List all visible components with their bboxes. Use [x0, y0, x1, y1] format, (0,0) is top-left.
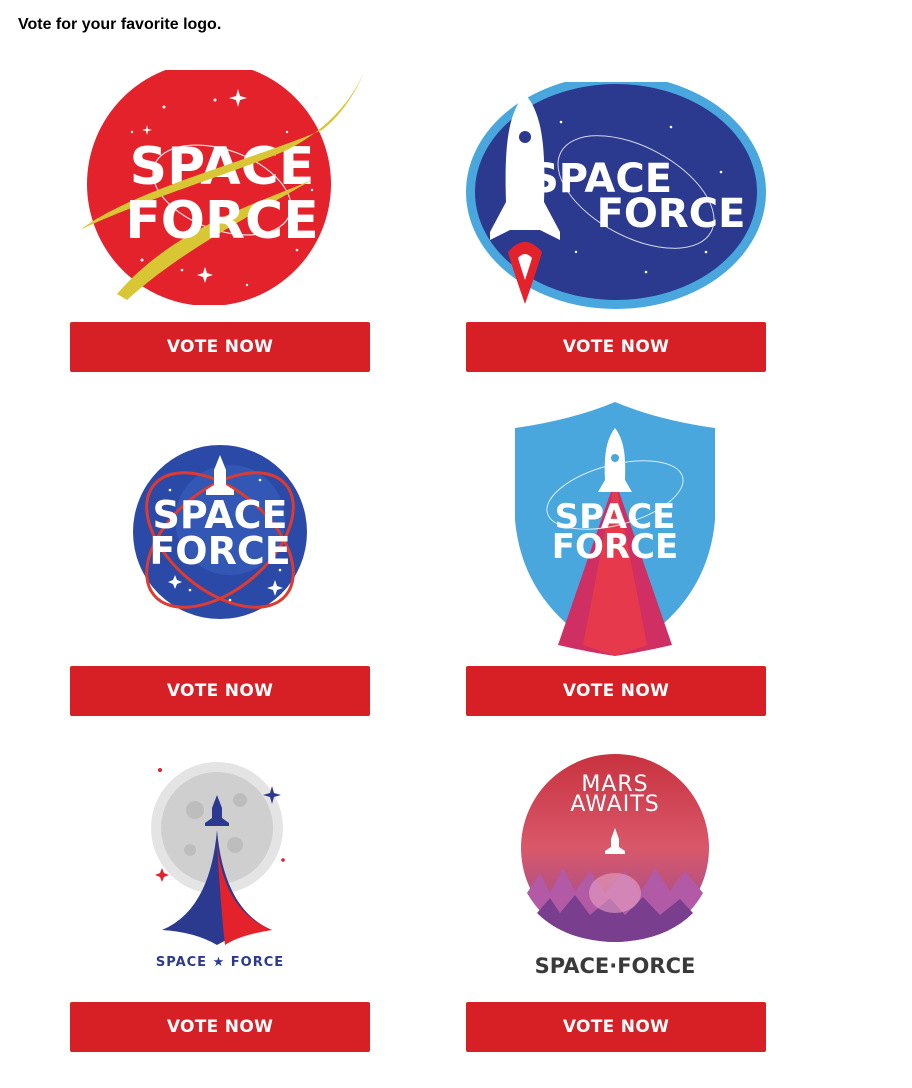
page-heading: Vote for your favorite logo.	[18, 16, 222, 33]
vote-now-button-5[interactable]: VOTE NOW	[70, 1002, 370, 1052]
logo-1-red-meatball: SPACE FORCE	[80, 70, 364, 305]
logo-1-title-line2: FORCE	[125, 191, 318, 251]
logo-4-title-line2: FORCE	[552, 527, 679, 567]
logo-4-shield-rocket: SPACE FORCE	[515, 402, 715, 656]
logo-6-caption: SPACE·FORCE	[535, 954, 696, 978]
logo-3-title-line2: FORCE	[149, 529, 290, 573]
vote-now-button-1[interactable]: VOTE NOW	[70, 322, 370, 372]
logo-2-title-line2: FORCE	[597, 191, 746, 237]
logo-5-caption: SPACE ★ FORCE	[156, 955, 284, 970]
logo-6-title-line2: AWAITS	[570, 792, 659, 817]
vote-now-button-6[interactable]: VOTE NOW	[466, 1002, 766, 1052]
logo-6-mars-awaits: MARS AWAITS SPACE·FORCE	[521, 754, 709, 978]
logo-3-blue-globe-orbits: SPACE FORCE	[133, 445, 307, 619]
vote-now-button-4[interactable]: VOTE NOW	[466, 666, 766, 716]
logo-5-moon-shuttle: SPACE ★ FORCE	[151, 762, 285, 970]
vote-now-button-3[interactable]: VOTE NOW	[70, 666, 370, 716]
vote-now-button-2[interactable]: VOTE NOW	[466, 322, 766, 372]
logo-2-blue-oval-rocket: SPACE FORCE	[466, 82, 766, 309]
